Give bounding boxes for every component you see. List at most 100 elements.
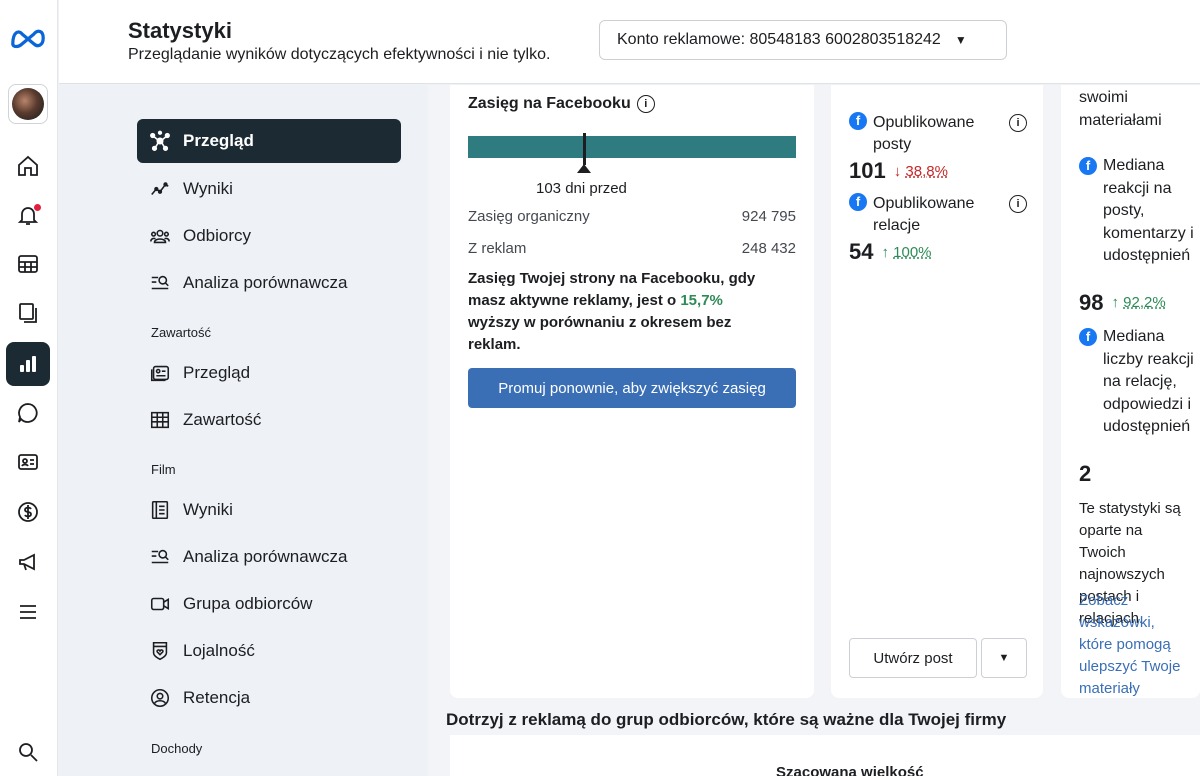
video-camera-icon bbox=[149, 593, 171, 615]
facebook-icon: f bbox=[849, 112, 867, 130]
trend-icon bbox=[149, 178, 171, 200]
caret-down-icon: ▼ bbox=[954, 33, 967, 47]
bell-icon[interactable] bbox=[6, 193, 50, 237]
tips-link[interactable]: Zobacz wskazówki, które pomogą ulepszyć … bbox=[1079, 590, 1189, 698]
nav-item-label: Grupa odbiorców bbox=[183, 594, 313, 613]
info-icon[interactable]: i bbox=[636, 95, 655, 113]
menu-icon[interactable] bbox=[6, 590, 50, 634]
nav-item-label: Lojalność bbox=[183, 641, 255, 660]
nav-item-content-overview[interactable]: Przegląd bbox=[137, 351, 401, 395]
insights-icon[interactable] bbox=[6, 342, 50, 386]
nav-item-retention[interactable]: Retencja bbox=[137, 676, 401, 720]
metric-label: Mediana reakcji na posty, komentarzy i u… bbox=[1103, 157, 1194, 264]
metric-label: Opublikowane relacje bbox=[873, 195, 975, 234]
change-value: 38,8% bbox=[905, 162, 948, 180]
nav-section-content: Zawartość bbox=[151, 325, 211, 340]
nav-item-content[interactable]: Zawartość bbox=[137, 398, 401, 442]
create-post-button[interactable]: Utwórz post bbox=[849, 638, 977, 678]
organic-reach-row: Zasięg organiczny 924 795 bbox=[468, 208, 796, 225]
nav-item-label: Retencja bbox=[183, 688, 251, 707]
megaphone-icon[interactable] bbox=[6, 540, 50, 584]
audience-icon bbox=[149, 225, 171, 247]
table-icon bbox=[149, 409, 171, 431]
reach-title-text: Zasięg na Facebooku bbox=[468, 95, 631, 112]
change-value: 92,2% bbox=[1123, 294, 1166, 311]
organic-reach-value: 924 795 bbox=[741, 208, 796, 225]
metric-label: Opublikowane posty bbox=[873, 114, 975, 153]
metric-published-posts: f Opublikowane posty i 101 ↓ 38,8% bbox=[849, 112, 1029, 184]
median-stories-metric: f Mediana liczby reakcji na relację, odp… bbox=[1079, 326, 1200, 439]
nav-item-label: Analiza porównawcza bbox=[183, 547, 348, 566]
table-icon[interactable] bbox=[6, 242, 50, 286]
arrow-down-icon: ↓ bbox=[893, 162, 902, 180]
search-icon[interactable] bbox=[6, 730, 50, 774]
avatar[interactable] bbox=[8, 84, 48, 124]
video-list-icon bbox=[149, 499, 171, 521]
change-down: ↓ 38,8% bbox=[894, 163, 948, 180]
card3-heading: swoimi materiałami bbox=[1079, 89, 1162, 129]
retention-icon bbox=[149, 687, 171, 709]
nav-item-overview[interactable]: Przegląd bbox=[137, 119, 401, 163]
nav-item-label: Wyniki bbox=[183, 179, 233, 198]
nav-item-label: Odbiorcy bbox=[183, 226, 252, 245]
ad-account-label: Konto reklamowe: 80548183 6002803518242 bbox=[617, 31, 941, 48]
nav-section-revenue: Dochody bbox=[151, 741, 203, 756]
nav-item-audience[interactable]: Odbiorcy bbox=[137, 214, 401, 258]
reach-marker bbox=[583, 133, 586, 165]
change-up: ↑ 100% bbox=[881, 244, 931, 261]
marker-triangle-icon bbox=[577, 164, 591, 173]
organic-reach-label: Zasięg organiczny bbox=[468, 208, 590, 225]
estimated-size-label: Szacowana wielkość bbox=[776, 764, 924, 776]
metric-label: Mediana liczby reakcji na relację, odpow… bbox=[1103, 328, 1194, 435]
ads-reach-row: Z reklam 248 432 bbox=[468, 240, 796, 257]
metric-published-stories: f Opublikowane relacje i 54 ↑ 100% bbox=[849, 193, 1029, 265]
caret-down-icon[interactable]: ▼ bbox=[981, 638, 1027, 678]
nav-item-loyalty[interactable]: Lojalność bbox=[137, 629, 401, 673]
ads-reach-value: 248 432 bbox=[741, 240, 796, 257]
benchmark-icon bbox=[149, 546, 171, 568]
meta-logo-icon[interactable] bbox=[6, 16, 50, 60]
ad-account-selector[interactable]: Konto reklamowe: 80548183 6002803518242 … bbox=[599, 20, 1007, 60]
overview-icon bbox=[149, 130, 171, 152]
chat-icon[interactable] bbox=[6, 391, 50, 435]
ads-reach-label: Z reklam bbox=[468, 240, 527, 257]
marker-label: 103 dni przed bbox=[536, 180, 627, 197]
home-icon[interactable] bbox=[6, 144, 50, 188]
info-icon[interactable]: i bbox=[1009, 114, 1027, 132]
pages-icon[interactable] bbox=[6, 291, 50, 335]
reach-description: Zasięg Twojej strony na Facebooku, gdy m… bbox=[468, 268, 778, 356]
median-metrics-card: swoimi materiałami f Mediana reakcji na … bbox=[1061, 85, 1200, 698]
nav-item-audience-group[interactable]: Grupa odbiorców bbox=[137, 582, 401, 626]
nav-item-label: Zawartość bbox=[183, 410, 262, 429]
reach-desc-post: wyższy w porównaniu z okresem bez reklam… bbox=[468, 314, 732, 353]
promote-again-button[interactable]: Promuj ponownie, aby zwiększyć zasięg bbox=[468, 368, 796, 408]
facebook-icon: f bbox=[849, 193, 867, 211]
dollar-icon[interactable] bbox=[6, 490, 50, 534]
sidebar-nav: Przegląd Wyniki Odbiorcy Analiza porówna… bbox=[59, 85, 427, 776]
nav-section-film: Film bbox=[151, 462, 176, 477]
nav-item-video-benchmark[interactable]: Analiza porównawcza bbox=[137, 535, 401, 579]
page-title: Statystyki bbox=[128, 18, 232, 43]
reach-title: Zasięg na Facebooku i bbox=[468, 95, 655, 113]
info-icon[interactable]: i bbox=[1009, 195, 1027, 213]
benchmark-icon bbox=[149, 272, 171, 294]
nav-item-results[interactable]: Wyniki bbox=[137, 167, 401, 211]
content-metrics-card: f Opublikowane posty i 101 ↓ 38,8% f Opu… bbox=[831, 85, 1043, 698]
main-content: Zasięg na Facebooku i 103 dni przed Zasi… bbox=[428, 85, 1200, 776]
change-up: ↑ 92,2% bbox=[1111, 292, 1165, 315]
nav-item-label: Analiza porównawcza bbox=[183, 273, 348, 292]
contact-card-icon[interactable] bbox=[6, 440, 50, 484]
arrow-up-icon: ↑ bbox=[881, 243, 889, 261]
reach-desc-percent: 15,7% bbox=[680, 292, 723, 309]
median-posts-metric: f Mediana reakcji na posty, komentarzy i… bbox=[1079, 155, 1200, 268]
left-rail bbox=[0, 0, 58, 776]
median-posts-value-row: 98 ↑ 92,2% bbox=[1079, 291, 1200, 315]
section-title: Dotrzyj z reklamą do grup odbiorców, któ… bbox=[446, 710, 1007, 729]
nav-item-benchmark[interactable]: Analiza porównawcza bbox=[137, 261, 401, 305]
shield-heart-icon bbox=[149, 640, 171, 662]
nav-item-label: Wyniki bbox=[183, 500, 233, 519]
page-header: Statystyki Przeglądanie wyników dotycząc… bbox=[59, 0, 1200, 84]
change-value: 100% bbox=[893, 243, 932, 261]
metric-value: 101 bbox=[849, 158, 886, 183]
nav-item-video-results[interactable]: Wyniki bbox=[137, 488, 401, 532]
